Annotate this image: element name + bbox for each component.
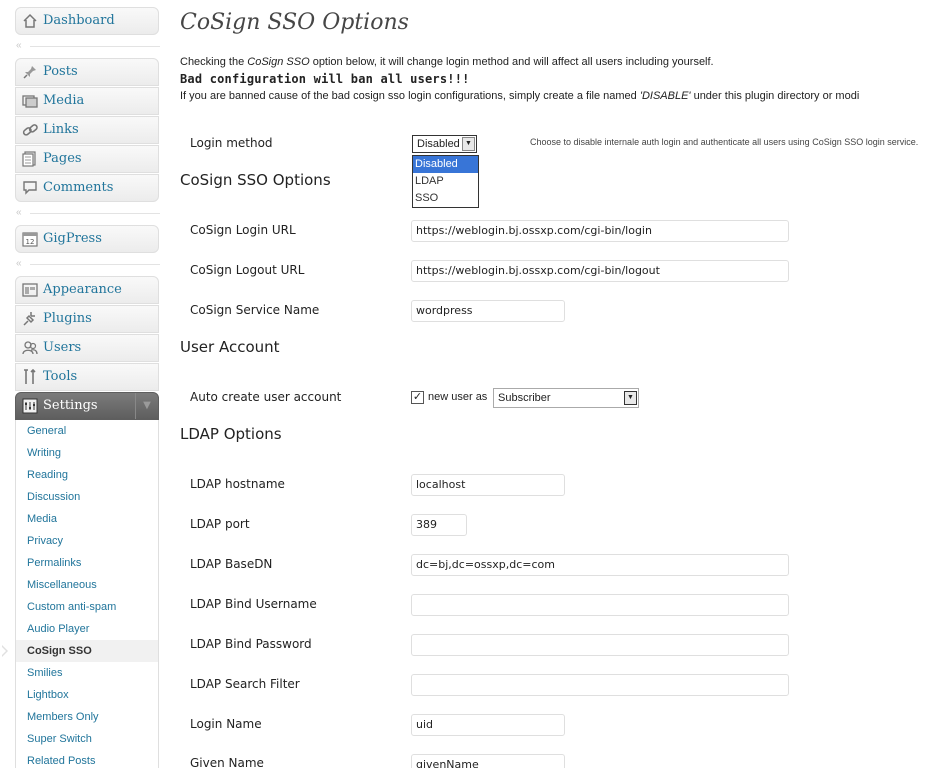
option-disabled[interactable]: Disabled [413,156,478,173]
ldap-search-filter-label: LDAP Search Filter [190,677,300,691]
ldap-search-filter-input[interactable] [411,674,789,696]
speech-bubble-icon [23,181,37,195]
login-method-label: Login method [190,136,273,150]
cosign-logout-url-input[interactable]: https://weblogin.bj.ossxp.com/cgi-bin/lo… [411,260,789,282]
admin-sidebar: Dashboard « Posts Media Links Pages Comm… [0,0,160,768]
ldap-bind-username-label: LDAP Bind Username [190,597,317,611]
notice-line-3: If you are banned cause of the bad cosig… [180,90,860,102]
cosign-logout-url-label: CoSign Logout URL [190,263,305,277]
menu-plugins[interactable]: Plugins [15,305,159,333]
users-icon [22,341,38,355]
menu-gigpress[interactable]: 12 GigPress [15,225,159,253]
submenu-custom-anti-spam[interactable]: Custom anti-spam [16,596,158,618]
dropdown-arrow-icon[interactable]: ▼ [462,137,475,151]
submenu-smilies[interactable]: Smilies [16,662,158,684]
submenu-cosign-sso[interactable]: CoSign SSO [1,640,158,662]
menu-links[interactable]: Links [15,116,159,144]
ldap-port-input[interactable]: 389 [411,514,467,536]
submenu-lightbox[interactable]: Lightbox [16,684,158,706]
submenu-general[interactable]: General [16,420,158,442]
pushpin-icon [23,66,36,79]
current-page-arrow-icon [1,645,8,657]
ldap-bind-password-input[interactable] [411,634,789,656]
menu-separator[interactable]: « [16,208,160,218]
notice-warning: Bad configuration will ban all users!!! [180,72,470,86]
menu-settings[interactable]: Settings ▼ [15,392,159,420]
submenu-permalinks[interactable]: Permalinks [16,552,158,574]
ldap-basedn-input[interactable]: dc=bj,dc=ossxp,dc=com [411,554,789,576]
page-title: CoSign SSO Options [180,10,409,35]
ldap-bind-username-input[interactable] [411,594,789,616]
menu-dashboard[interactable]: Dashboard [15,7,159,35]
menu-tools[interactable]: Tools [15,363,159,391]
menu-media[interactable]: Media [15,87,159,115]
menu-separator[interactable]: « [16,259,160,269]
login-name-input[interactable]: uid [411,714,565,736]
pages-icon [22,151,36,167]
option-sso[interactable]: SSO [413,190,478,207]
main-content: CoSign SSO Options Checking the CoSign S… [160,0,938,770]
submenu-discussion[interactable]: Discussion [16,486,158,508]
settings-submenu: General Writing Reading Discussion Media… [1,420,159,768]
menu-separator[interactable]: « [16,41,160,51]
submenu-super-switch[interactable]: Super Switch [16,728,158,750]
login-method-select[interactable]: Disabled ▼ [412,135,477,153]
appearance-icon [22,283,38,297]
submenu-media[interactable]: Media [16,508,158,530]
option-ldap[interactable]: LDAP [413,173,478,190]
submenu-audio-player[interactable]: Audio Player [16,618,158,640]
login-name-label: Login Name [190,717,262,731]
collapse-arrow-icon[interactable]: ▼ [135,393,158,419]
ldap-bind-password-label: LDAP Bind Password [190,637,312,651]
dashboard-icon [23,13,37,28]
plug-icon [23,312,35,326]
notice-line-1: Checking the CoSign SSO option below, it… [180,56,714,68]
dropdown-arrow-icon[interactable]: ▼ [624,391,637,405]
login-method-help: Choose to disable internale auth login a… [530,137,919,147]
auto-create-label: Auto create user account [190,390,342,404]
submenu-writing[interactable]: Writing [16,442,158,464]
cosign-service-name-label: CoSign Service Name [190,303,320,317]
given-name-input[interactable]: givenName [411,754,565,768]
cosign-service-name-input[interactable]: wordpress [411,300,565,322]
section-user-account-title: User Account [180,338,280,356]
login-method-dropdown: Disabled LDAP SSO [412,155,479,208]
auto-create-checkbox[interactable]: ✓ [411,391,424,404]
cosign-login-url-input[interactable]: https://weblogin.bj.ossxp.com/cgi-bin/lo… [411,220,789,242]
menu-comments[interactable]: Comments [15,174,159,202]
section-ldap-title: LDAP Options [180,425,282,443]
ldap-hostname-input[interactable]: localhost [411,474,565,496]
ldap-port-label: LDAP port [190,517,250,531]
cosign-login-url-label: CoSign Login URL [190,223,296,237]
menu-posts[interactable]: Posts [15,58,159,86]
tools-icon [24,369,36,384]
ldap-hostname-label: LDAP hostname [190,477,285,491]
svg-text:12: 12 [26,238,35,246]
calendar-icon: 12 [22,232,38,247]
submenu-related-posts[interactable]: Related Posts [16,750,158,772]
media-icon [22,95,38,108]
chain-link-icon [22,124,38,136]
submenu-members-only[interactable]: Members Only [16,706,158,728]
submenu-reading[interactable]: Reading [16,464,158,486]
settings-icon [22,398,38,414]
new-user-as-label: new user as [428,391,488,403]
submenu-privacy[interactable]: Privacy [16,530,158,552]
user-role-select[interactable]: Subscriber ▼ [493,388,639,408]
menu-pages[interactable]: Pages [15,145,159,173]
menu-users[interactable]: Users [15,334,159,362]
submenu-miscellaneous[interactable]: Miscellaneous [16,574,158,596]
menu-appearance[interactable]: Appearance [15,276,159,304]
section-cosign-title: CoSign SSO Options [180,171,331,189]
ldap-basedn-label: LDAP BaseDN [190,557,273,571]
